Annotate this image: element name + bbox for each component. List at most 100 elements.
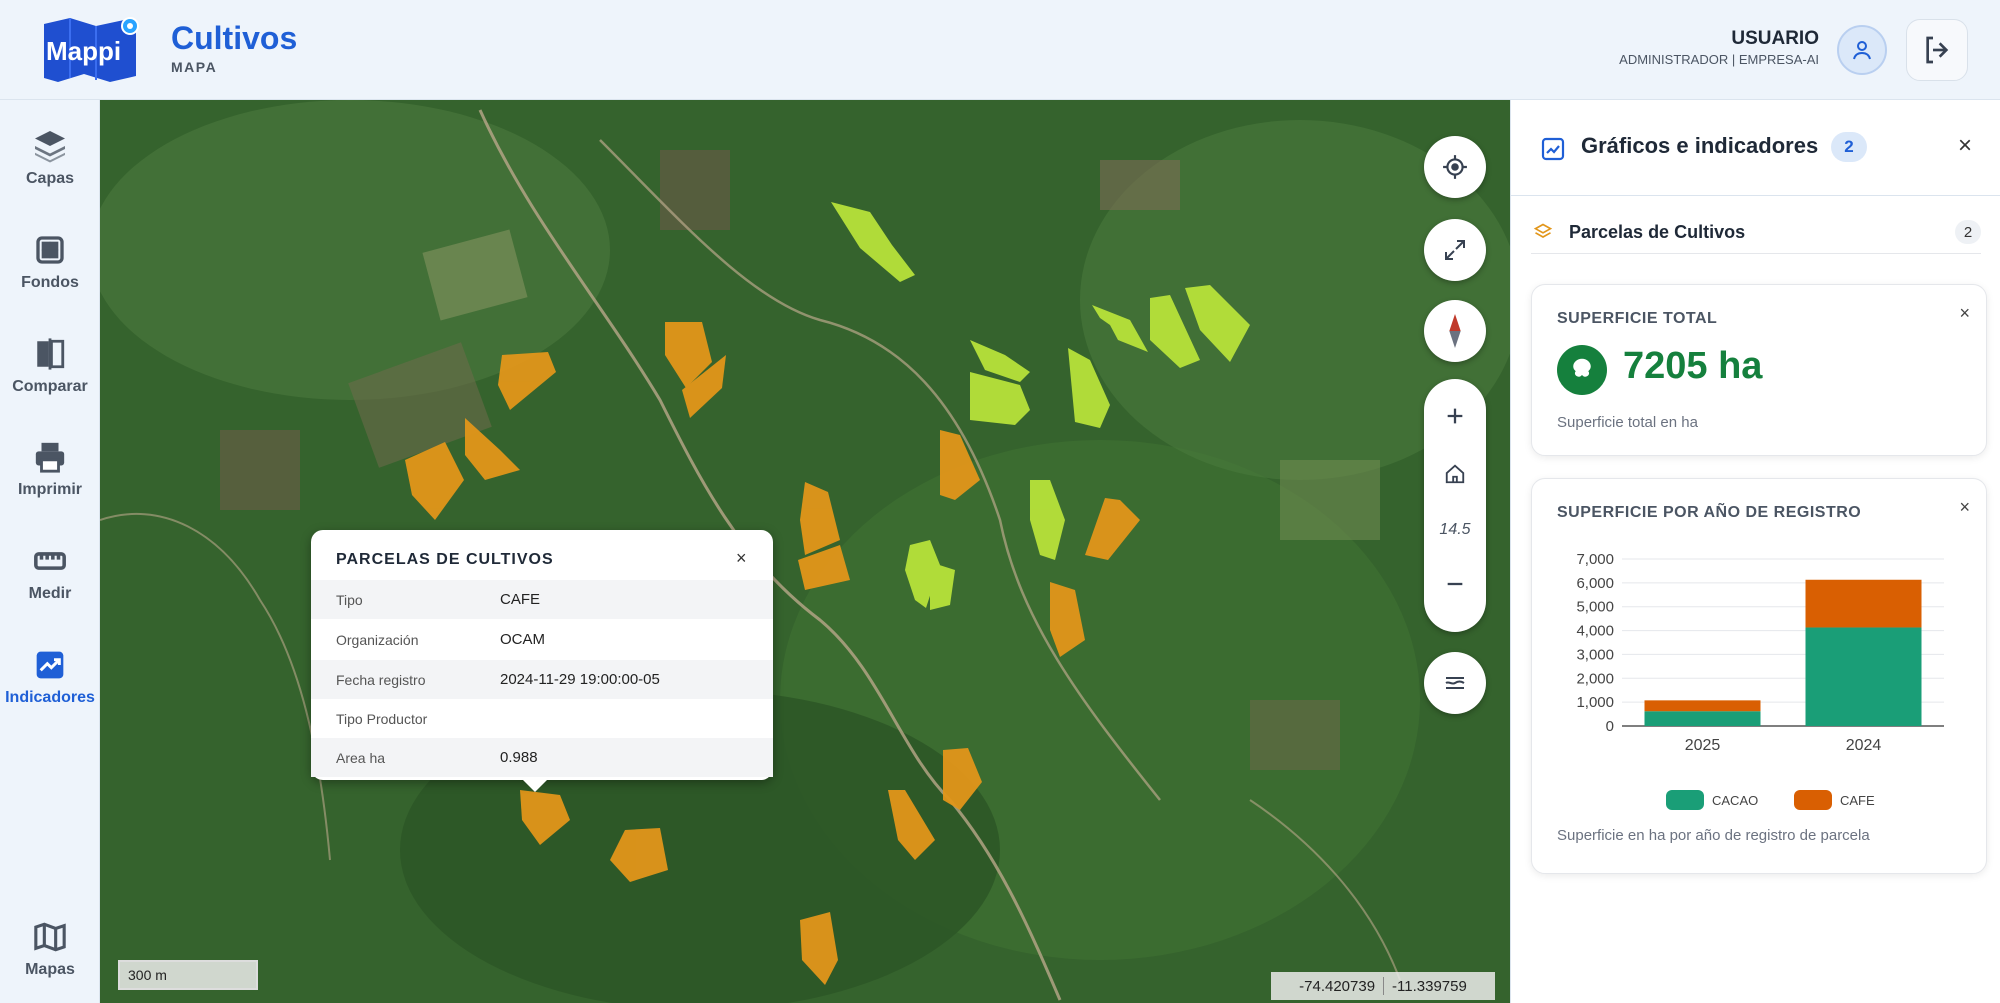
- user-button[interactable]: [1837, 25, 1887, 75]
- plant-icon: [1557, 345, 1607, 395]
- zoom-level: 14.5: [1439, 521, 1471, 538]
- logout-button[interactable]: [1906, 19, 1968, 81]
- popup-value: OCAM: [500, 631, 545, 648]
- bar-cafe: [1644, 700, 1761, 712]
- layer-row[interactable]: Parcelas de Cultivos 2: [1531, 210, 1981, 254]
- app-subtitle: MAPA: [171, 59, 218, 75]
- app-title: Cultivos: [171, 20, 298, 56]
- user-name: USUARIO: [1731, 28, 1819, 49]
- map-icon: [30, 917, 70, 957]
- y-tick-label: 3,000: [1576, 646, 1614, 663]
- card-description: Superficie en ha por año de registro de …: [1557, 827, 1870, 844]
- total-area-card: SUPERFICIE TOTAL × 7205 ha Superficie to…: [1531, 284, 1987, 456]
- bar-cacao: [1644, 711, 1761, 726]
- y-tick-label: 4,000: [1576, 623, 1614, 640]
- expand-icon: [1445, 240, 1465, 260]
- sidebar-item-medir[interactable]: Medir: [0, 535, 100, 615]
- user-role: ADMINISTRADOR | EMPRESA-AI: [1619, 52, 1819, 67]
- popup-close-button[interactable]: ×: [736, 548, 747, 569]
- popup-key: Fecha registro: [336, 671, 426, 688]
- latitude: -11.339759: [1392, 977, 1467, 995]
- legend-label: CAFE: [1840, 792, 1875, 808]
- popup-key: Tipo: [336, 591, 363, 608]
- card-close-button[interactable]: ×: [1959, 497, 1970, 518]
- layer-count-badge: 2: [1955, 220, 1981, 244]
- x-tick-label: 2024: [1846, 737, 1882, 754]
- fullscreen-button[interactable]: [1424, 219, 1486, 281]
- chart-line-icon: [30, 645, 70, 685]
- sidebar-item-label: Imprimir: [17, 481, 82, 498]
- printer-icon: [30, 437, 70, 477]
- popup-key: Area ha: [336, 749, 386, 766]
- crosshair-icon: [1443, 155, 1467, 179]
- legend-swatch: [1666, 790, 1704, 810]
- y-tick-label: 2,000: [1576, 670, 1614, 687]
- sidebar: Capas Fondos Comparar Imprimir Medir Ind…: [0, 100, 100, 1003]
- panel-close-button[interactable]: ×: [1958, 132, 1972, 160]
- sidebar-item-fondos[interactable]: Fondos: [0, 224, 100, 304]
- stacked-bar-chart: 0 1,000 2,000 3,000 4,000 5,000 6,000 7,000 2025…: [1576, 551, 1944, 754]
- legend-item-cafe[interactable]: CAFE: [1794, 790, 1875, 810]
- sidebar-item-label: Comparar: [12, 378, 88, 395]
- popup-value: 2024-11-29 19:00:00-05: [500, 671, 660, 688]
- mappi-logo[interactable]: Mappi: [40, 16, 140, 84]
- layers-icon: [30, 126, 70, 166]
- y-tick-label: 0: [1606, 718, 1614, 735]
- equalizer-icon: [1445, 677, 1465, 689]
- legend-item-cacao[interactable]: CACAO: [1666, 790, 1758, 810]
- app-header: Mappi Cultivos MAPA USUARIO ADMINISTRADO…: [0, 0, 2000, 100]
- sidebar-item-label: Indicadores: [5, 689, 95, 706]
- ruler-icon: [30, 541, 70, 581]
- panel-header: Gráficos e indicadores 2 ×: [1511, 100, 2000, 196]
- popup-key: Organización: [336, 631, 419, 648]
- scale-bar: 300 m: [118, 960, 258, 990]
- area-by-year-card: SUPERFICIE POR AÑO DE REGISTRO × 0 1,000 2…: [1531, 478, 1987, 874]
- sidebar-item-comparar[interactable]: Comparar: [0, 328, 100, 408]
- popup-row: Tipo Productor: [311, 699, 773, 738]
- sidebar-item-label: Fondos: [21, 274, 79, 291]
- sidebar-item-imprimir[interactable]: Imprimir: [0, 431, 100, 511]
- compass-button[interactable]: [1424, 300, 1486, 362]
- home-button[interactable]: [1424, 449, 1486, 499]
- zoom-out-button[interactable]: [1424, 559, 1486, 609]
- logo-text: Mappi: [46, 36, 121, 66]
- zoom-in-button[interactable]: [1424, 391, 1486, 441]
- panel-count-badge: 2: [1831, 132, 1867, 162]
- coordinates-readout: -74.420739 -11.339759: [1271, 972, 1495, 1000]
- panel-title: Gráficos e indicadores: [1581, 133, 1819, 158]
- card-description: Superficie total en ha: [1557, 414, 1698, 431]
- chart-line-icon: [1541, 137, 1565, 161]
- y-tick-label: 7,000: [1576, 551, 1614, 568]
- logout-icon: [1926, 36, 1949, 64]
- y-tick-label: 5,000: [1576, 599, 1614, 616]
- sidebar-item-label: Capas: [25, 170, 75, 187]
- x-tick-label: 2025: [1685, 737, 1721, 754]
- popup-row: Area ha 0.988: [311, 738, 773, 777]
- bar-cafe: [1805, 579, 1922, 628]
- legend-label: CACAO: [1712, 792, 1759, 808]
- basemap-button[interactable]: [1424, 652, 1486, 714]
- compare-icon: [30, 334, 70, 374]
- layer-name: Parcelas de Cultivos: [1569, 222, 1746, 242]
- divider: [1383, 977, 1385, 995]
- popup-value: 0.988: [500, 749, 538, 766]
- card-close-button[interactable]: ×: [1959, 303, 1970, 324]
- longitude: -74.420739: [1299, 977, 1376, 995]
- legend-swatch: [1794, 790, 1832, 810]
- minus-icon: [1447, 582, 1463, 586]
- sidebar-item-mapas[interactable]: Mapas: [0, 911, 100, 991]
- locate-button[interactable]: [1424, 136, 1486, 198]
- popup-title: PARCELAS DE CULTIVOS: [336, 551, 554, 568]
- grid-icon: [30, 230, 70, 270]
- y-tick-label: 1,000: [1576, 694, 1614, 711]
- sidebar-item-capas[interactable]: Capas: [0, 120, 100, 200]
- sidebar-item-indicadores[interactable]: Indicadores: [0, 639, 100, 719]
- card-title: SUPERFICIE POR AÑO DE REGISTRO: [1557, 504, 1862, 521]
- home-icon: [1445, 464, 1465, 484]
- map-view[interactable]: 14.5 300 m -74.420739 -11.339759 PARCELA…: [100, 100, 1510, 1003]
- sidebar-item-label: Mapas: [25, 961, 75, 978]
- feature-popup: PARCELAS DE CULTIVOS × Tipo CAFE Organiz…: [311, 530, 773, 792]
- popup-row: Organización OCAM: [311, 620, 773, 659]
- plus-icon: [1447, 408, 1463, 424]
- card-title: SUPERFICIE TOTAL: [1557, 310, 1718, 327]
